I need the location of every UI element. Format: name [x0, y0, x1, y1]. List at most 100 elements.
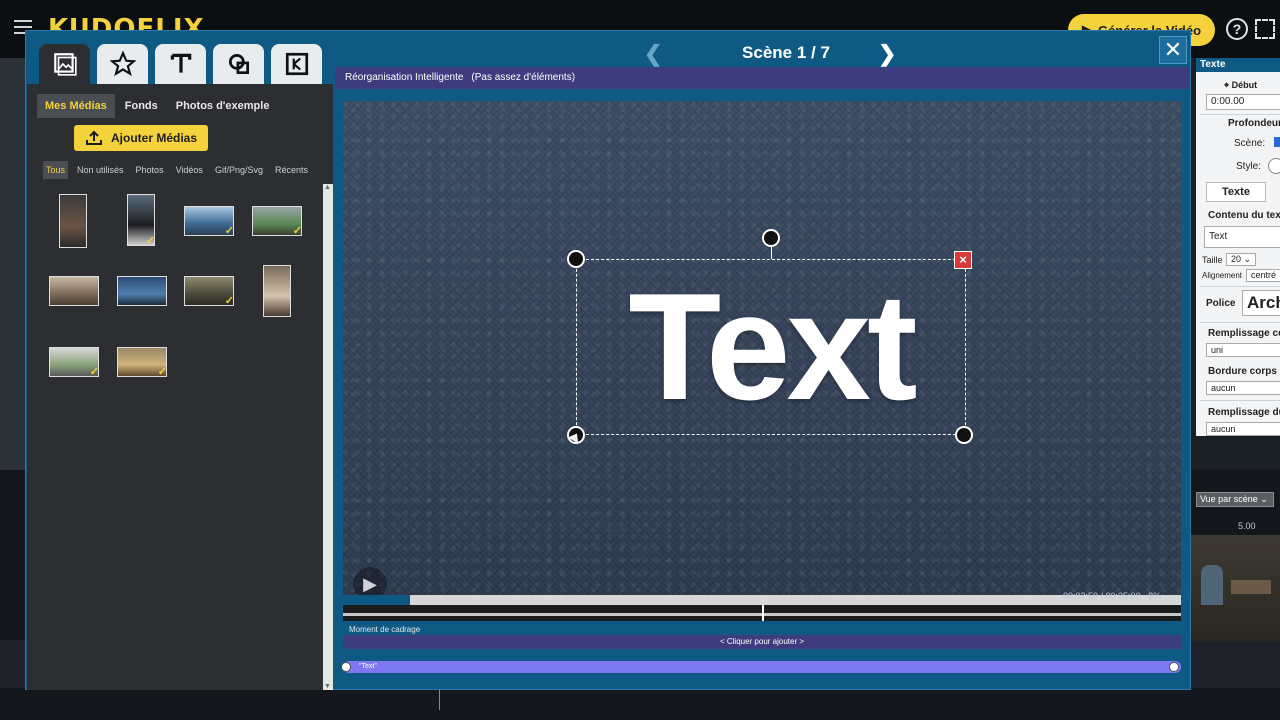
body-border-select[interactable]: aucun	[1206, 381, 1280, 395]
filter-photos[interactable]: Photos	[133, 161, 167, 179]
progress-fill	[343, 595, 411, 605]
media-thumbnail[interactable]: ✓	[127, 194, 155, 247]
filter-videos[interactable]: Vidéos	[173, 161, 206, 179]
scene-preview-thumbnail[interactable]	[1191, 535, 1280, 641]
view-by-scene-select[interactable]: Vue par scène ⌄	[1196, 492, 1274, 507]
size-value: 20	[1231, 254, 1242, 264]
playback-progress-bar[interactable]	[343, 595, 1181, 605]
tab-shapes[interactable]	[213, 44, 264, 84]
image-gallery-icon	[53, 53, 77, 76]
font-select[interactable]: Arch	[1242, 290, 1280, 316]
previous-scene-button[interactable]: ❮	[644, 41, 662, 67]
delete-element-icon[interactable]: ×	[954, 251, 972, 269]
close-button[interactable]: ✕	[1159, 36, 1187, 64]
properties-panel: Texte ⌖ Début 0:00.00 Profondeur Scène: …	[1196, 58, 1280, 436]
timeline-tick	[439, 690, 440, 710]
scene-timeline[interactable]	[343, 605, 1181, 621]
resize-handle-top-left[interactable]	[567, 250, 585, 268]
scene-editor-modal: ❮ Scène 1 / 7 ❯ ✕ Mes Médias Fonds Photo…	[25, 30, 1191, 690]
start-label: ⌖ Début	[1224, 80, 1257, 91]
track-end-handle[interactable]	[1169, 662, 1179, 672]
smart-reorganize-note: (Pas assez d'éléments)	[471, 72, 576, 83]
media-thumbnail[interactable]: ✓	[184, 206, 234, 237]
time-value: 00:02:50 / 00:35:00	[1063, 591, 1141, 601]
click-to-add-row[interactable]: < Cliquer pour ajouter >	[343, 635, 1181, 649]
fullscreen-icon[interactable]	[1255, 19, 1275, 39]
fill-select[interactable]: aucun	[1206, 422, 1280, 436]
media-thumbnail[interactable]: ✓	[184, 276, 234, 307]
smart-reorganize-bar[interactable]: Réorganisation Intelligente (Pas assez d'…	[335, 67, 1190, 89]
track-label: "Text"	[359, 663, 377, 670]
location-pin-icon: ⌖	[1224, 80, 1230, 90]
start-time-input[interactable]: 0:00.00	[1206, 94, 1280, 110]
filter-recent[interactable]: Récents	[272, 161, 311, 179]
properties-header: Texte	[1196, 58, 1280, 72]
media-scrollbar[interactable]	[323, 184, 333, 690]
tab-media[interactable]	[39, 44, 90, 84]
add-media-label: Ajouter Médias	[110, 131, 197, 145]
filter-all[interactable]: Tous	[43, 161, 69, 179]
framing-moment-label: Moment de cadrage	[349, 625, 421, 634]
fill-label: Remplissage du	[1208, 407, 1280, 418]
help-icon[interactable]: ?	[1226, 18, 1248, 40]
size-select[interactable]: 20 ⌄	[1226, 253, 1256, 266]
media-panel: Mes Médias Fonds Photos d'exemple Ajoute…	[27, 32, 333, 690]
add-media-button[interactable]: Ajouter Médias	[74, 125, 208, 151]
depth-label: Profondeur	[1228, 118, 1280, 129]
tab-text[interactable]	[155, 44, 206, 84]
rotate-connector	[771, 245, 772, 259]
ruler-label: 5.00	[1238, 521, 1256, 531]
media-thumbnail[interactable]	[49, 276, 99, 306]
rotate-handle[interactable]	[762, 229, 780, 247]
media-thumbnail[interactable]: ✓	[49, 347, 99, 378]
used-check-icon: ✓	[157, 366, 167, 378]
media-filters: Tous Non utilisés Photos Vidéos Gif/Png/…	[43, 161, 311, 179]
style-label: Style:	[1236, 161, 1262, 172]
next-scene-button[interactable]: ❯	[878, 41, 896, 67]
body-fill-label: Remplissage co	[1208, 328, 1280, 339]
start-label-text: Début	[1231, 80, 1258, 90]
used-check-icon: ✓	[145, 235, 155, 247]
style-select[interactable]	[1268, 158, 1280, 174]
body-fill-select[interactable]: uni	[1206, 343, 1280, 357]
track-start-handle[interactable]	[341, 662, 351, 672]
text-element-track[interactable]: "Text"	[341, 661, 1181, 673]
divider	[1200, 400, 1280, 401]
content-input[interactable]: Text	[1204, 226, 1280, 248]
divider	[1200, 286, 1280, 287]
subtab-sample-photos[interactable]: Photos d'exemple	[168, 94, 278, 118]
star-icon	[109, 51, 136, 77]
media-thumbnail[interactable]: ✓	[252, 206, 302, 237]
media-thumbnail[interactable]	[59, 194, 87, 248]
scene-checkbox[interactable]	[1274, 137, 1280, 147]
media-subtabs: Mes Médias Fonds Photos d'exemple	[37, 94, 277, 118]
templates-icon	[285, 52, 308, 76]
body-border-label: Bordure corps d	[1208, 366, 1280, 377]
tab-effects[interactable]	[97, 44, 148, 84]
subtab-my-media[interactable]: Mes Médias	[37, 94, 115, 118]
scene-title: Scène 1 / 7	[742, 43, 830, 62]
selection-box	[576, 259, 966, 435]
font-label: Police	[1206, 298, 1236, 309]
subtab-backgrounds[interactable]: Fonds	[117, 94, 166, 118]
content-label: Contenu du texte	[1208, 210, 1280, 221]
media-thumbnail[interactable]: ✓	[117, 347, 167, 378]
used-check-icon: ✓	[224, 225, 234, 237]
size-label: Taille	[1202, 255, 1223, 265]
resize-handle-bottom-right[interactable]	[955, 426, 973, 444]
used-check-icon: ✓	[89, 366, 99, 378]
tab-templates[interactable]	[271, 44, 322, 84]
filter-gif-png-svg[interactable]: Gif/Png/Svg	[212, 161, 266, 179]
view-select-value: Vue par scène	[1200, 494, 1258, 504]
media-thumbnail[interactable]	[117, 276, 167, 306]
alignment-select[interactable]: centré	[1246, 269, 1280, 282]
smart-reorganize-label: Réorganisation Intelligente	[345, 72, 464, 83]
media-thumbnail[interactable]	[263, 265, 291, 317]
shapes-icon	[228, 53, 249, 75]
playhead[interactable]	[762, 605, 764, 621]
scene-canvas[interactable]: Text × ▶	[343, 101, 1181, 601]
editor-area: Réorganisation Intelligente (Pas assez d'…	[335, 67, 1190, 689]
tab-texte[interactable]: Texte	[1206, 182, 1266, 202]
filter-unused[interactable]: Non utilisés	[74, 161, 127, 179]
app-side-toolbar	[0, 58, 26, 470]
